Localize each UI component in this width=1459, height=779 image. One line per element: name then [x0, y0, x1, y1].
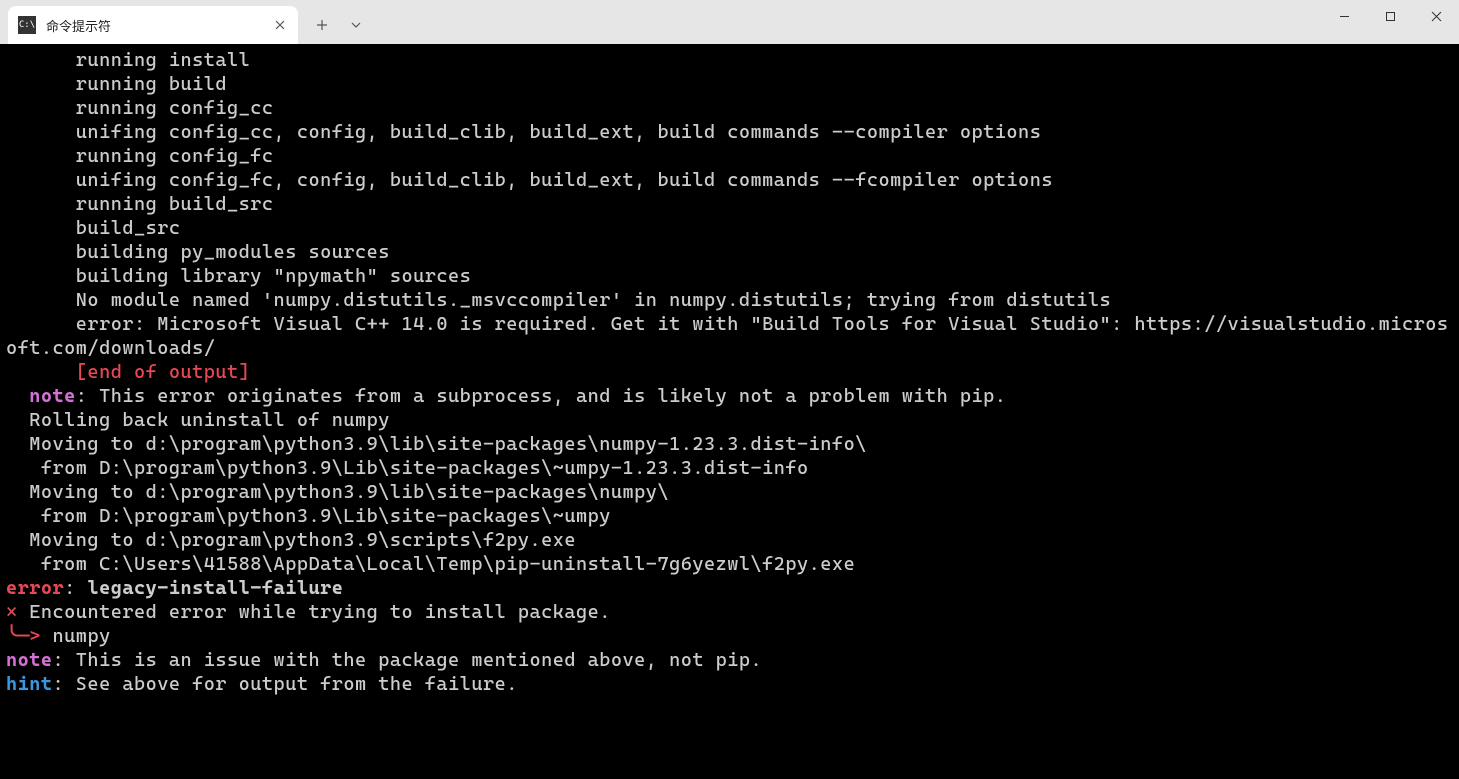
terminal-line: from C:\Users\41588\AppData\Local\Temp\p…	[6, 552, 1453, 576]
terminal-line: note: This error originates from a subpr…	[6, 384, 1453, 408]
terminal-line: from D:\program\python3.9\Lib\site-packa…	[6, 504, 1453, 528]
terminal-line: Rolling back uninstall of numpy	[6, 408, 1453, 432]
terminal-line: building library "npymath" sources	[6, 264, 1453, 288]
terminal-line: running build_src	[6, 192, 1453, 216]
minimize-button[interactable]	[1321, 0, 1367, 32]
terminal-line: unifing config_cc, config, build_clib, b…	[6, 120, 1453, 144]
terminal-tab[interactable]: C:\ 命令提示符	[8, 6, 298, 44]
terminal-line: error: Microsoft Visual C++ 14.0 is requ…	[6, 312, 1453, 360]
terminal-line: hint: See above for output from the fail…	[6, 672, 1453, 696]
tab-close-button[interactable]	[272, 17, 288, 33]
terminal-line: building py_modules sources	[6, 240, 1453, 264]
terminal-line: × Encountered error while trying to inst…	[6, 600, 1453, 624]
new-tab-button[interactable]	[306, 9, 338, 41]
terminal-line: running config_cc	[6, 96, 1453, 120]
titlebar: C:\ 命令提示符	[0, 0, 1459, 44]
tab-title: 命令提示符	[46, 16, 272, 35]
terminal-line: Moving to d:\program\python3.9\lib\site-…	[6, 480, 1453, 504]
cmd-icon: C:\	[18, 16, 36, 34]
terminal-line: [end of output]	[6, 360, 1453, 384]
close-button[interactable]	[1413, 0, 1459, 32]
terminal-line: running build	[6, 72, 1453, 96]
terminal-line: unifing config_fc, config, build_clib, b…	[6, 168, 1453, 192]
tab-dropdown-button[interactable]	[342, 9, 370, 41]
terminal-line: No module named 'numpy.distutils._msvcco…	[6, 288, 1453, 312]
terminal-line: Moving to d:\program\python3.9\scripts\f…	[6, 528, 1453, 552]
window-controls	[1321, 0, 1459, 36]
terminal-line: build_src	[6, 216, 1453, 240]
terminal-output[interactable]: running install running build running co…	[0, 44, 1459, 779]
maximize-button[interactable]	[1367, 0, 1413, 32]
terminal-line: running install	[6, 48, 1453, 72]
terminal-line: from D:\program\python3.9\Lib\site-packa…	[6, 456, 1453, 480]
terminal-line: error: legacy-install-failure	[6, 576, 1453, 600]
terminal-line: ╰─> numpy	[6, 624, 1453, 648]
terminal-line: note: This is an issue with the package …	[6, 648, 1453, 672]
terminal-line: Moving to d:\program\python3.9\lib\site-…	[6, 432, 1453, 456]
terminal-line: running config_fc	[6, 144, 1453, 168]
